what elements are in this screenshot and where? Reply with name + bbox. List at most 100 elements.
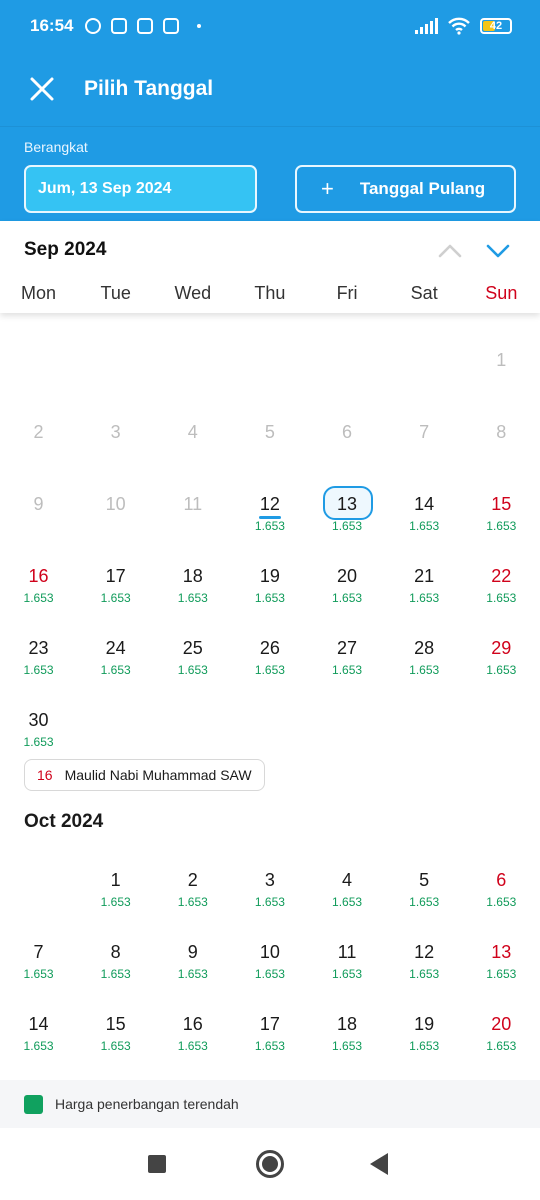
day-cell[interactable]: 2 1.653 [154, 833, 231, 909]
day-cell[interactable]: 14 1.653 [386, 457, 463, 533]
day-cell[interactable]: 11 1.653 [309, 905, 386, 981]
day-cell[interactable]: 26 1.653 [231, 601, 308, 677]
day-cell[interactable]: 27 1.653 [309, 601, 386, 677]
day-number: 13 [491, 942, 512, 962]
day-number: 11 [183, 494, 203, 514]
day-price: 1.653 [100, 1039, 131, 1053]
home-icon[interactable] [256, 1150, 284, 1178]
day-number: 15 [105, 1014, 126, 1034]
day-cell[interactable]: 15 1.653 [463, 457, 540, 533]
day-number: 19 [259, 566, 280, 586]
day-cell[interactable]: 7 1.653 [0, 905, 77, 981]
return-date-label: Tanggal Pulang [359, 179, 486, 198]
day-number: 4 [342, 870, 353, 890]
day-number: 26 [259, 638, 280, 658]
day-number: 8 [496, 422, 507, 442]
date-selection-panel: Berangkat Jum, 13 Sep 2024 + Tanggal Pul… [0, 126, 540, 221]
day-number: 25 [182, 638, 203, 658]
weekday-label: Tue [100, 283, 131, 303]
day-cell: 11 [154, 457, 231, 529]
day-cell[interactable]: 21 1.653 [386, 529, 463, 605]
close-button[interactable] [0, 52, 84, 126]
day-cell[interactable]: 23 1.653 [0, 601, 77, 677]
day-cell: 7 [386, 385, 463, 457]
weekday-label: Sat [410, 283, 438, 303]
day-cell[interactable]: 10 1.653 [231, 905, 308, 981]
day-price: 1.653 [254, 1039, 285, 1053]
day-number: 2 [33, 422, 44, 442]
day-cell[interactable]: 20 1.653 [463, 977, 540, 1053]
day-cell: 6 [309, 385, 386, 457]
current-month-label: Sep 2024 [24, 239, 107, 260]
day-number: 9 [33, 494, 44, 514]
weekday-label: Mon [21, 283, 57, 303]
day-number: 9 [187, 942, 198, 962]
alarm-icon [85, 18, 102, 34]
day-cell[interactable]: 15 1.653 [77, 977, 154, 1053]
notification-icons [85, 18, 202, 34]
day-number: 20 [337, 566, 358, 586]
day-number: 2 [187, 870, 198, 890]
day-cell[interactable]: 19 1.653 [231, 529, 308, 605]
dropbox-icon [163, 18, 180, 34]
back-icon[interactable] [370, 1153, 388, 1175]
day-number: 23 [28, 638, 49, 658]
day-cell[interactable]: 24 1.653 [77, 601, 154, 677]
calendar-header: Sep 2024 Mon Tue Wed Thu Fri Sat Sun [0, 221, 540, 313]
day-cell[interactable]: 4 1.653 [309, 833, 386, 909]
day-cell[interactable]: 1 1.653 [77, 833, 154, 909]
battery-level: 42 [489, 20, 503, 32]
day-number: 10 [105, 494, 126, 514]
day-cell[interactable]: 29 1.653 [463, 601, 540, 677]
day-cell: 8 [463, 385, 540, 457]
day-number: 8 [110, 942, 121, 962]
day-cell[interactable]: 12 1.653 [386, 905, 463, 981]
day-cell[interactable]: 18 1.653 [309, 977, 386, 1053]
day-cell[interactable]: 30 1.653 [0, 673, 77, 749]
day-cell[interactable]: 5 1.653 [386, 833, 463, 909]
return-date-button[interactable]: + Tanggal Pulang [295, 165, 516, 213]
day-number: 18 [337, 1014, 358, 1034]
day-cell[interactable]: 28 1.653 [386, 601, 463, 677]
day-number: 27 [337, 638, 358, 658]
empty-cell [77, 313, 154, 385]
day-price: 1.653 [409, 1039, 440, 1053]
day-cell[interactable]: 3 1.653 [231, 833, 308, 909]
signal-icon [415, 18, 438, 34]
system-nav-bar [0, 1128, 540, 1200]
day-cell[interactable]: 16 1.653 [0, 529, 77, 605]
day-number: 17 [105, 566, 126, 586]
chevron-down-icon[interactable] [486, 241, 510, 261]
day-cell[interactable]: 6 1.653 [463, 833, 540, 909]
day-number: 11 [337, 942, 357, 962]
day-cell[interactable]: 9 1.653 [154, 905, 231, 981]
day-price: 1.653 [177, 1039, 208, 1053]
day-number: 20 [491, 1014, 512, 1034]
calendar-notification-icon [137, 18, 154, 34]
day-cell[interactable]: 22 1.653 [463, 529, 540, 605]
day-cell[interactable]: 13 1.653 [309, 457, 386, 533]
app-bar: Pilih Tanggal [0, 52, 540, 126]
day-number: 24 [105, 638, 126, 658]
wifi-icon [448, 17, 470, 35]
day-cell[interactable]: 19 1.653 [386, 977, 463, 1053]
day-cell[interactable]: 13 1.653 [463, 905, 540, 981]
day-cell[interactable]: 17 1.653 [231, 977, 308, 1053]
day-cell[interactable]: 20 1.653 [309, 529, 386, 605]
chevron-up-icon[interactable] [438, 241, 462, 261]
day-cell[interactable]: 18 1.653 [154, 529, 231, 605]
day-number: 22 [491, 566, 512, 586]
legend-text: Harga penerbangan terendah [55, 1096, 239, 1112]
day-cell[interactable]: 25 1.653 [154, 601, 231, 677]
empty-cell [154, 313, 231, 385]
holiday-chip[interactable]: 16 Maulid Nabi Muhammad SAW [24, 759, 265, 791]
day-cell[interactable]: 17 1.653 [77, 529, 154, 605]
recent-apps-icon[interactable] [148, 1155, 166, 1173]
day-cell[interactable]: 16 1.653 [154, 977, 231, 1053]
day-cell[interactable]: 12 1.653 [231, 457, 308, 533]
day-number: 15 [491, 494, 512, 514]
day-number: 17 [259, 1014, 280, 1034]
day-cell[interactable]: 8 1.653 [77, 905, 154, 981]
depart-date-field[interactable]: Jum, 13 Sep 2024 [24, 165, 257, 213]
day-cell[interactable]: 14 1.653 [0, 977, 77, 1053]
